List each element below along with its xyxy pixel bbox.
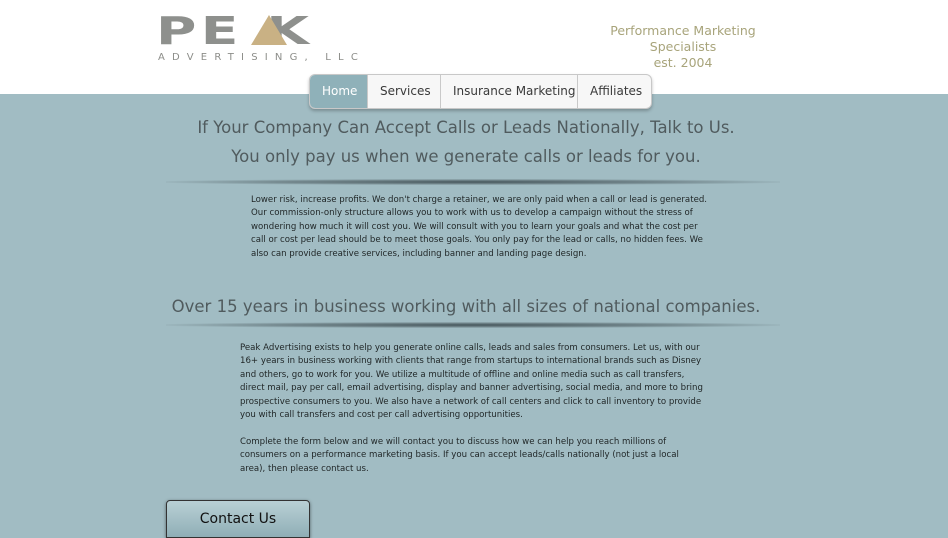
tagline-line2: est. 2004 [653,55,713,70]
logo-wordmark: PE K [156,9,314,53]
main-nav: Home Services Insurance Marketing Affili… [309,74,652,109]
logo-peak-triangle-icon [251,15,287,45]
contact-us-button[interactable]: Contact Us [166,500,310,538]
nav-services[interactable]: Services [368,75,441,108]
headline-accept-calls: If Your Company Can Accept Calls or Lead… [197,118,735,137]
tagline: Performance Marketing Specialists est. 2… [576,23,790,71]
headline-15-years: Over 15 years in business working with a… [171,297,761,316]
intro-paragraph: Lower risk, increase profits. We don't c… [251,195,708,259]
headline-pay-only: You only pay us when we generate calls o… [231,147,701,166]
nav-insurance-marketing[interactable]: Insurance Marketing [441,75,578,108]
tagline-line1: Performance Marketing Specialists [610,23,756,54]
contact-paragraph: Complete the form below and we will cont… [240,437,679,474]
logo-subtitle: ADVERTISING, LLC [158,52,366,63]
nav-home[interactable]: Home [310,75,368,108]
about-paragraph: Peak Advertising exists to help you gene… [240,343,703,421]
section-divider [166,179,780,185]
section-divider [166,322,780,328]
nav-affiliates[interactable]: Affiliates [578,75,651,108]
peak-logo[interactable]: PE K ADVERTISING, LLC [156,12,361,68]
